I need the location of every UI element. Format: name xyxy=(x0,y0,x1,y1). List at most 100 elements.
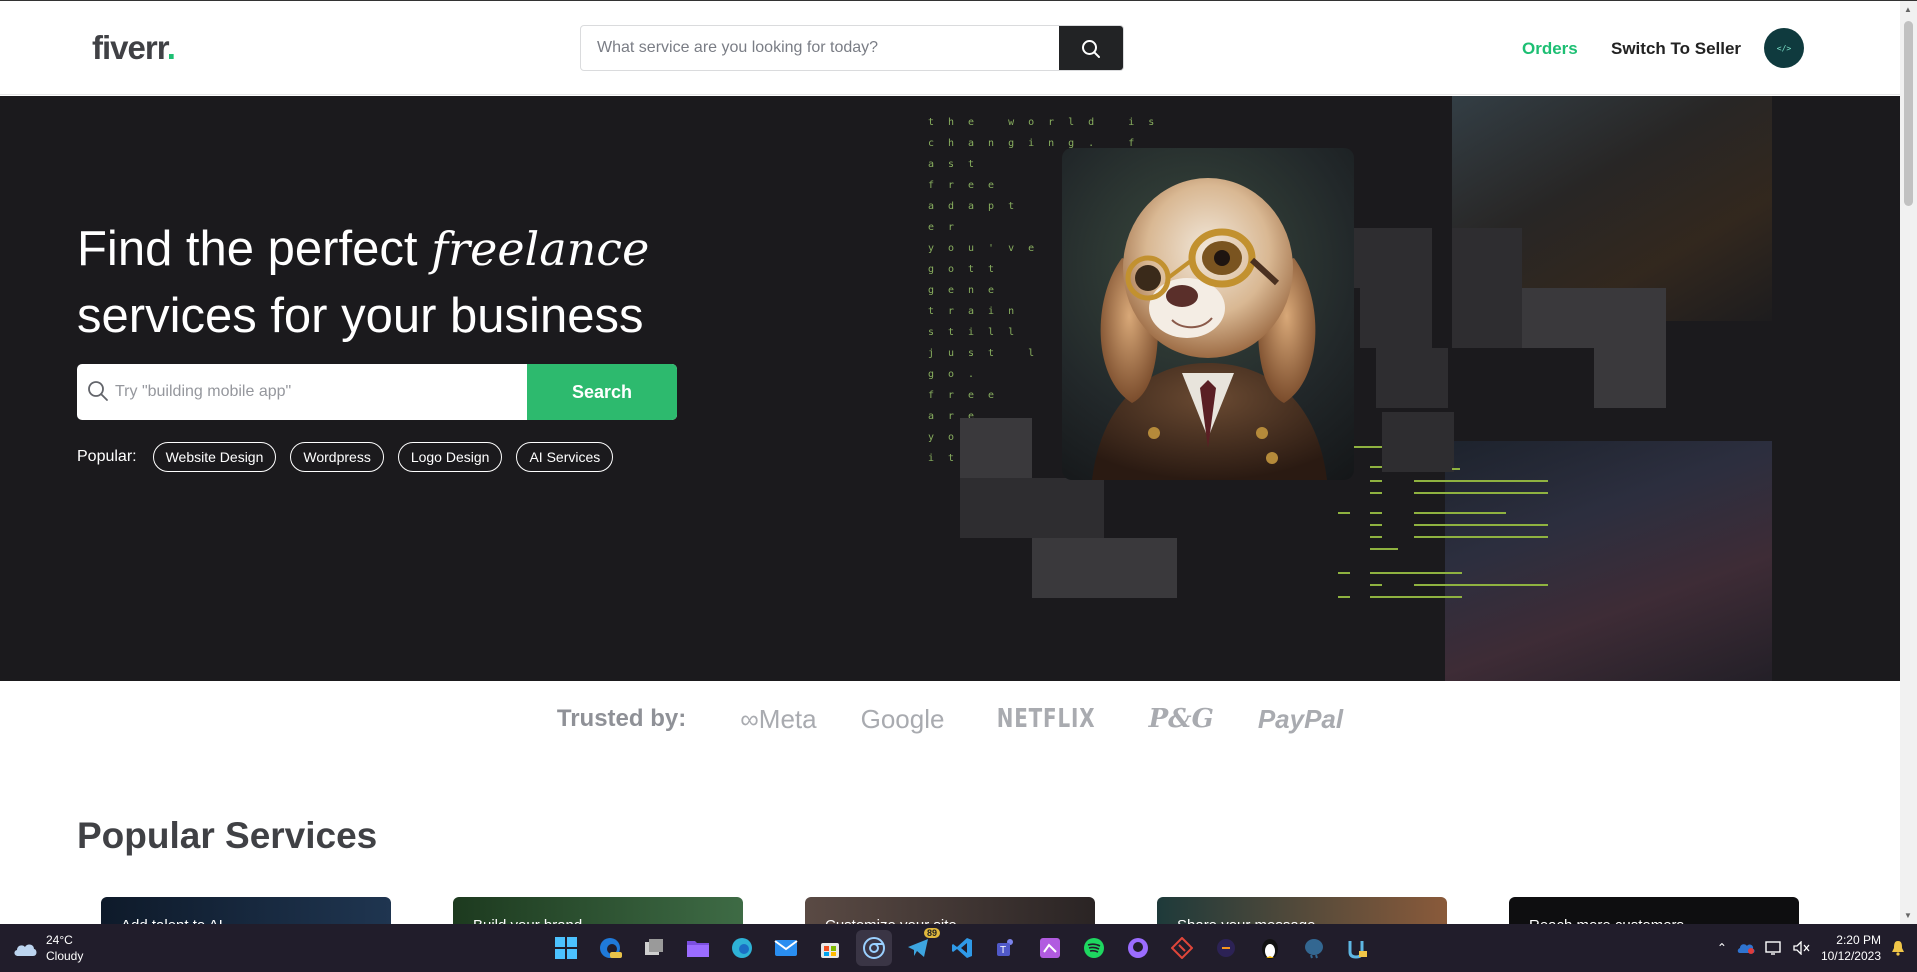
decor-line xyxy=(1370,596,1462,598)
search-icon xyxy=(88,381,108,401)
weather-condition: Cloudy xyxy=(46,949,84,963)
clock-date: 10/12/2023 xyxy=(1820,949,1881,963)
brand-name-meta: Meta xyxy=(758,703,817,734)
teams-icon[interactable]: T xyxy=(988,930,1024,966)
popular-label: Popular: xyxy=(77,448,137,465)
scroll-up-arrow-icon[interactable]: ▲ xyxy=(1904,5,1912,14)
task-view-icon[interactable] xyxy=(636,930,672,966)
header-search-input[interactable] xyxy=(581,26,1061,70)
page-scrollbar[interactable]: ▲ ▼ xyxy=(1900,1,1917,924)
taskbar-clock[interactable]: 2:20 PM 10/12/2023 xyxy=(1821,932,1881,964)
edge-icon[interactable] xyxy=(724,930,760,966)
service-card[interactable]: Add talent to AI xyxy=(101,897,391,927)
decor-line xyxy=(1370,548,1398,550)
site-header: fiverr. Orders Switch To Seller </> xyxy=(0,1,1900,95)
header-search-button[interactable] xyxy=(1059,26,1123,70)
avatar-label: </> xyxy=(1776,43,1792,53)
svg-text:T: T xyxy=(1000,945,1006,956)
linux-penguin-icon[interactable] xyxy=(1252,930,1288,966)
clock-time: 2:20 PM xyxy=(1836,933,1881,947)
hero-search-bar: Search xyxy=(77,364,677,420)
visual-studio-icon[interactable] xyxy=(1032,930,1068,966)
decor-line xyxy=(1370,524,1382,526)
decor-line xyxy=(1370,480,1382,482)
decor-square xyxy=(1032,478,1104,538)
decor-square xyxy=(960,478,1032,538)
microsoft-store-icon[interactable] xyxy=(812,930,848,966)
service-card[interactable]: Customize your site xyxy=(805,897,1095,927)
notification-bell-icon[interactable] xyxy=(1891,940,1905,956)
decor-square xyxy=(1594,288,1666,348)
edge-beta-icon[interactable] xyxy=(592,930,628,966)
fiverr-logo[interactable]: fiverr. xyxy=(92,29,176,67)
service-card[interactable]: Reach more customers xyxy=(1509,897,1799,927)
popular-tag-website-design[interactable]: Website Design xyxy=(152,442,277,472)
service-card[interactable]: Share your message xyxy=(1157,897,1447,927)
decor-line xyxy=(1414,480,1548,482)
file-explorer-icon[interactable] xyxy=(680,930,716,966)
telegram-icon[interactable]: 89 xyxy=(900,928,940,966)
chevron-up-icon[interactable]: ⌃ xyxy=(1717,941,1727,955)
brand-logo-netflix: NETFLIX xyxy=(997,704,1096,734)
chrome-icon[interactable] xyxy=(856,930,892,966)
popular-tag-wordpress[interactable]: Wordpress xyxy=(290,442,384,472)
system-tray: ⌃ 2:20 PM 10/12/2023 xyxy=(1717,932,1905,964)
hero-section: the world is changing. f ast free adapt er you… xyxy=(0,96,1900,681)
decor-line xyxy=(1370,466,1382,468)
trusted-by-bar: Trusted by: ∞Meta Google NETFLIX P&G Pay… xyxy=(0,681,1900,757)
search-icon xyxy=(1082,40,1100,58)
page: fiverr. Orders Switch To Seller </> the … xyxy=(0,0,1917,972)
brand-logo-paypal: PayPal xyxy=(1257,703,1344,734)
nav-orders-link[interactable]: Orders xyxy=(1522,39,1578,59)
code-line: the world is xyxy=(928,117,1169,128)
hero-title-emphasis: freelance xyxy=(431,222,650,276)
header-search xyxy=(580,25,1124,71)
windows-start-icon[interactable] xyxy=(548,930,584,966)
volume-muted-icon[interactable] xyxy=(1793,941,1811,955)
intellij-icon[interactable] xyxy=(1340,930,1376,966)
windows-taskbar: 24°C Cloudy 89 T ⌃ 2:20 PM 10/12/2023 xyxy=(0,924,1917,972)
spotify-icon[interactable] xyxy=(1076,930,1112,966)
decor-square xyxy=(1522,288,1594,348)
decor-line xyxy=(1370,572,1462,574)
hero-search-input[interactable] xyxy=(115,364,515,420)
github-desktop-icon[interactable] xyxy=(1120,930,1156,966)
mail-icon[interactable] xyxy=(768,930,804,966)
decor-line xyxy=(1370,584,1382,586)
hero-search-button[interactable]: Search xyxy=(527,364,677,420)
decor-line xyxy=(1338,596,1350,598)
dog-illustration xyxy=(1092,178,1327,480)
notification-badge: 89 xyxy=(923,928,940,938)
brand-logo-pg: P&G xyxy=(1148,704,1214,734)
decor-line xyxy=(1414,584,1548,586)
popular-tag-logo-design[interactable]: Logo Design xyxy=(397,442,503,472)
postgresql-icon[interactable] xyxy=(1296,930,1332,966)
decor-line xyxy=(1370,512,1382,514)
cloud-icon xyxy=(14,944,37,956)
weather-widget[interactable]: 24°C Cloudy xyxy=(12,932,83,964)
network-icon[interactable] xyxy=(1765,941,1783,955)
scroll-down-arrow-icon[interactable]: ▼ xyxy=(1904,911,1912,920)
brand-logo-google: Google xyxy=(860,703,945,734)
eclipse-icon[interactable] xyxy=(1208,930,1244,966)
decor-square xyxy=(1376,348,1448,408)
decor-square xyxy=(1032,538,1177,598)
nav-switch-to-seller-link[interactable]: Switch To Seller xyxy=(1611,39,1741,59)
decor-line xyxy=(1370,492,1382,494)
vscode-icon[interactable] xyxy=(944,930,980,966)
trusted-by-label: Trusted by: xyxy=(556,705,687,732)
scrollbar-thumb[interactable] xyxy=(1904,21,1913,206)
service-card[interactable]: Build your brand xyxy=(453,897,743,927)
decor-square xyxy=(1360,288,1432,348)
decor-square xyxy=(1452,288,1522,348)
decor-line xyxy=(1414,512,1506,514)
taskbar-apps: 89 T xyxy=(548,928,1376,966)
avatar[interactable]: </> xyxy=(1764,28,1804,68)
hero-dog-image xyxy=(1062,148,1354,480)
popular-services-title: Popular Services xyxy=(77,815,378,856)
decor-line xyxy=(1414,536,1548,538)
git-client-icon[interactable] xyxy=(1164,930,1200,966)
brand-logo-meta: ∞Meta xyxy=(740,704,816,735)
popular-tag-ai-services[interactable]: AI Services xyxy=(516,442,614,472)
onedrive-icon[interactable] xyxy=(1737,941,1755,955)
